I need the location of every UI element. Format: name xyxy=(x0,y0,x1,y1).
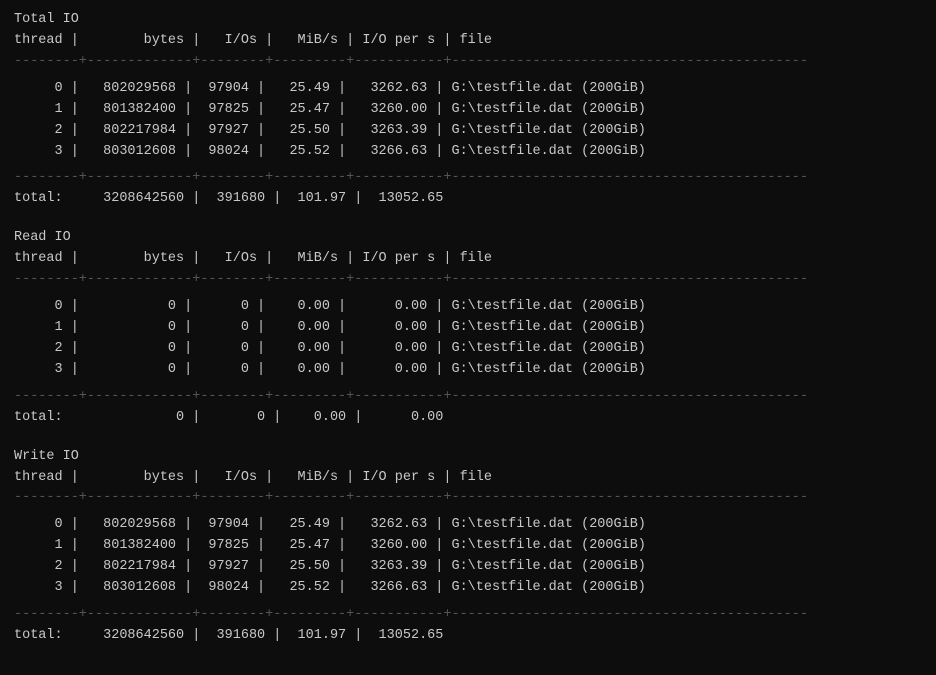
write-io-row-1: 1 | 801382400 | 97825 | 25.47 | 3260.00 … xyxy=(14,536,922,557)
section-total-io: Total IO thread | bytes | I/Os | MiB/s |… xyxy=(14,10,922,210)
total-io-row-0: 0 | 802029568 | 97904 | 25.49 | 3262.63 … xyxy=(14,79,922,100)
section-write-io: Write IO thread | bytes | I/Os | MiB/s |… xyxy=(14,447,922,647)
read-io-divider-top: --------+-------------+--------+--------… xyxy=(14,270,922,291)
section-read-io: Read IO thread | bytes | I/Os | MiB/s | … xyxy=(14,228,922,428)
write-io-title: Write IO thread | bytes | I/Os | MiB/s |… xyxy=(14,447,922,489)
terminal-output: Total IO thread | bytes | I/Os | MiB/s |… xyxy=(14,10,922,647)
total-io-row-1: 1 | 801382400 | 97825 | 25.47 | 3260.00 … xyxy=(14,100,922,121)
read-io-row-2: 2 | 0 | 0 | 0.00 | 0.00 | G:\testfile.da… xyxy=(14,339,922,360)
total-io-title: Total IO thread | bytes | I/Os | MiB/s |… xyxy=(14,10,922,52)
total-io-divider-top: --------+-------------+--------+--------… xyxy=(14,52,922,73)
total-io-total: total: 3208642560 | 391680 | 101.97 | 13… xyxy=(14,189,922,210)
write-io-total: total: 3208642560 | 391680 | 101.97 | 13… xyxy=(14,626,922,647)
read-io-total: total: 0 | 0 | 0.00 | 0.00 xyxy=(14,408,922,429)
total-io-row-3: 3 | 803012608 | 98024 | 25.52 | 3266.63 … xyxy=(14,142,922,163)
read-io-row-3: 3 | 0 | 0 | 0.00 | 0.00 | G:\testfile.da… xyxy=(14,360,922,381)
read-io-row-0: 0 | 0 | 0 | 0.00 | 0.00 | G:\testfile.da… xyxy=(14,297,922,318)
write-io-row-0: 0 | 802029568 | 97904 | 25.49 | 3262.63 … xyxy=(14,515,922,536)
write-io-row-3: 3 | 803012608 | 98024 | 25.52 | 3266.63 … xyxy=(14,578,922,599)
write-io-divider-top: --------+-------------+--------+--------… xyxy=(14,488,922,509)
total-io-divider-bottom: --------+-------------+--------+--------… xyxy=(14,168,922,189)
read-io-row-1: 1 | 0 | 0 | 0.00 | 0.00 | G:\testfile.da… xyxy=(14,318,922,339)
write-io-row-2: 2 | 802217984 | 97927 | 25.50 | 3263.39 … xyxy=(14,557,922,578)
read-io-divider-bottom: --------+-------------+--------+--------… xyxy=(14,387,922,408)
read-io-title: Read IO thread | bytes | I/Os | MiB/s | … xyxy=(14,228,922,270)
write-io-divider-bottom: --------+-------------+--------+--------… xyxy=(14,605,922,626)
total-io-row-2: 2 | 802217984 | 97927 | 25.50 | 3263.39 … xyxy=(14,121,922,142)
